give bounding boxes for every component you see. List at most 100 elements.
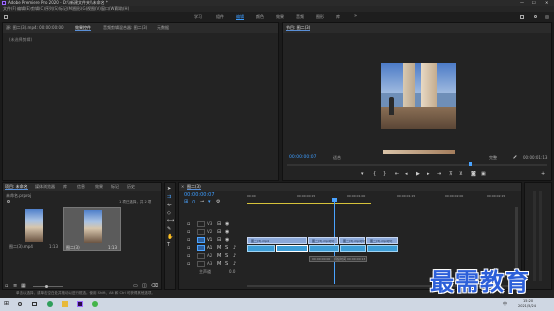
source-patch[interactable] <box>197 261 205 267</box>
audio-clip-selected[interactable] <box>276 245 308 252</box>
mark-in-icon[interactable]: ▾ <box>361 172 364 177</box>
source-patch-v1[interactable] <box>197 237 205 243</box>
minimize-button[interactable]: — <box>520 1 524 5</box>
menu-item-sequence[interactable]: 序列(S) <box>45 7 59 11</box>
workspace-tab-audio[interactable]: 音频 <box>296 15 304 19</box>
workspace-tab-color[interactable]: 颜色 <box>256 15 264 19</box>
pen-tool-icon[interactable]: ✎ <box>167 227 171 232</box>
notification-icon[interactable] <box>545 15 549 19</box>
maximize-button[interactable]: ☐ <box>532 1 536 5</box>
browser-icon[interactable] <box>47 301 53 307</box>
mark-in-button-icon[interactable]: { <box>373 172 376 177</box>
home-icon[interactable] <box>4 15 8 19</box>
menu-item-edit[interactable]: 编辑(E) <box>17 7 31 11</box>
step-back-icon[interactable]: ◂ <box>405 172 408 177</box>
nest-icon[interactable]: ⊞ <box>184 200 188 205</box>
extract-icon[interactable]: ⊻ <box>459 172 463 177</box>
workspace-tab-learn[interactable]: 学习 <box>194 15 202 19</box>
video-clip[interactable]: 图二(3).mp4[V] <box>366 237 398 244</box>
video-clip[interactable]: 图二(3).mp4 <box>247 237 307 244</box>
lock-icon[interactable]: ▫ <box>187 238 190 243</box>
audio-clip[interactable] <box>367 245 398 252</box>
menu-item-window[interactable]: 窗口(W) <box>101 7 116 11</box>
mic-icon[interactable]: ♪ <box>233 246 236 251</box>
source-patch[interactable] <box>197 253 205 259</box>
lock-icon[interactable]: ▫ <box>187 262 190 267</box>
tab-metadata[interactable]: 元数据 <box>157 26 169 30</box>
add-button-icon[interactable]: + <box>541 172 545 177</box>
lock-icon[interactable]: ▫ <box>187 230 190 235</box>
close-tab-icon[interactable]: ✕ <box>181 185 184 189</box>
program-scrub-bar[interactable] <box>287 164 547 166</box>
mark-out-icon[interactable]: } <box>383 172 386 177</box>
tab-libraries[interactable]: 库 <box>63 185 67 189</box>
add-marker-icon[interactable]: ▾ <box>208 200 211 205</box>
solo-icon[interactable]: S <box>225 262 228 267</box>
solo-icon[interactable]: S <box>225 254 228 259</box>
timeline-ruler[interactable]: 00:00 00:00:00:15 00:00:01:00 00:00:01:1… <box>247 193 509 207</box>
linked-selection-icon[interactable]: ⊸ <box>200 200 204 205</box>
eye-icon[interactable]: ◉ <box>225 222 229 227</box>
clock-time[interactable]: 15:20 <box>523 299 533 304</box>
timeline-settings-icon[interactable]: ⚙ <box>216 200 220 205</box>
list-view-icon[interactable]: ≡ <box>13 284 17 289</box>
workspace-tab-effects[interactable]: 效果 <box>276 15 284 19</box>
start-icon[interactable]: ⊞ <box>4 301 9 307</box>
program-timecode[interactable]: 00:00:00:07 <box>289 155 316 161</box>
close-button[interactable]: ✕ <box>545 1 548 5</box>
ripple-edit-tool-icon[interactable]: ⟛ <box>167 203 172 208</box>
hand-tool-icon[interactable]: ✋ <box>167 235 173 240</box>
snap-icon[interactable]: ∩ <box>192 200 196 205</box>
audio-clip[interactable] <box>247 245 275 252</box>
fit-dropdown[interactable]: 适合 <box>333 156 341 160</box>
tab-project[interactable]: 项目: 未命名 <box>5 185 28 190</box>
master-track-value[interactable]: 0.0 <box>229 270 235 274</box>
program-title[interactable]: 节目: 图二(3) <box>286 26 311 31</box>
premiere-taskbar-icon[interactable] <box>77 301 83 307</box>
search-icon[interactable] <box>7 200 10 203</box>
tab-audio-mixer[interactable]: 音频剪辑混合器: 图二(3) <box>103 26 147 30</box>
video-clip[interactable]: 图二(3).mp4[V] <box>339 237 365 244</box>
tab-source[interactable]: 源: 图二(3).mp4: 00:00:00:00 <box>6 26 64 30</box>
trash-icon[interactable]: ⌫ <box>151 284 158 289</box>
tab-markers[interactable]: 标记 <box>111 185 119 189</box>
lift-icon[interactable]: ⊼ <box>449 172 453 177</box>
workspace-tab-libraries[interactable]: 库 <box>336 15 340 19</box>
razor-tool-icon[interactable]: ◇ <box>167 211 171 216</box>
project-item-selected[interactable]: 图二(3) 1:13 <box>63 207 121 251</box>
workspace-tab-assembly[interactable]: 组件 <box>216 15 224 19</box>
sync-lock-icon[interactable]: ⊟ <box>217 222 221 227</box>
video-clip[interactable]: 图二(3).mp4[V] <box>308 237 338 244</box>
audio-clip[interactable] <box>309 245 339 252</box>
tab-history[interactable]: 历史 <box>127 185 135 189</box>
go-to-out-icon[interactable]: ⇥ <box>437 172 441 177</box>
step-forward-icon[interactable]: ▸ <box>427 172 430 177</box>
timeline-playhead-handle[interactable] <box>332 198 337 202</box>
mute-icon[interactable]: M <box>217 246 221 251</box>
mute-icon[interactable]: M <box>217 254 221 259</box>
lock-icon[interactable]: ▫ <box>187 246 190 251</box>
explorer-icon[interactable] <box>62 301 68 307</box>
mic-icon[interactable]: ♪ <box>233 254 236 259</box>
go-to-in-icon[interactable]: ⇤ <box>395 172 399 177</box>
compare-icon[interactable]: ▣ <box>481 172 486 177</box>
workspace-more-icon[interactable]: » <box>354 14 357 19</box>
solo-icon[interactable]: S <box>225 246 228 251</box>
export-frame-icon[interactable]: ◙ <box>471 172 476 177</box>
source-patch[interactable] <box>197 221 205 227</box>
source-patch-a1[interactable] <box>197 245 205 251</box>
workspace-tab-graphics[interactable]: 图形 <box>316 15 324 19</box>
tab-effect-controls[interactable]: 效果控件 <box>75 26 91 31</box>
selection-tool-icon[interactable]: ➤ <box>167 187 171 192</box>
slip-tool-icon[interactable]: ⟷ <box>167 219 174 224</box>
clock-date[interactable]: 2021/5/24 <box>518 304 536 309</box>
play-icon[interactable]: ▶ <box>416 172 420 177</box>
icon-view-icon[interactable]: ▦ <box>21 284 26 289</box>
timeline-tab[interactable]: 图二(3) <box>187 185 201 190</box>
settings-wrench-icon[interactable] <box>513 155 519 161</box>
sync-lock-icon[interactable]: ⊟ <box>217 238 221 243</box>
tab-info[interactable]: 信息 <box>77 185 85 189</box>
menu-item-marker[interactable]: 标记(M) <box>59 7 74 11</box>
quality-dropdown[interactable]: 完整 <box>489 156 497 160</box>
timeline-timecode[interactable]: 00:00:00:07 <box>184 193 215 198</box>
